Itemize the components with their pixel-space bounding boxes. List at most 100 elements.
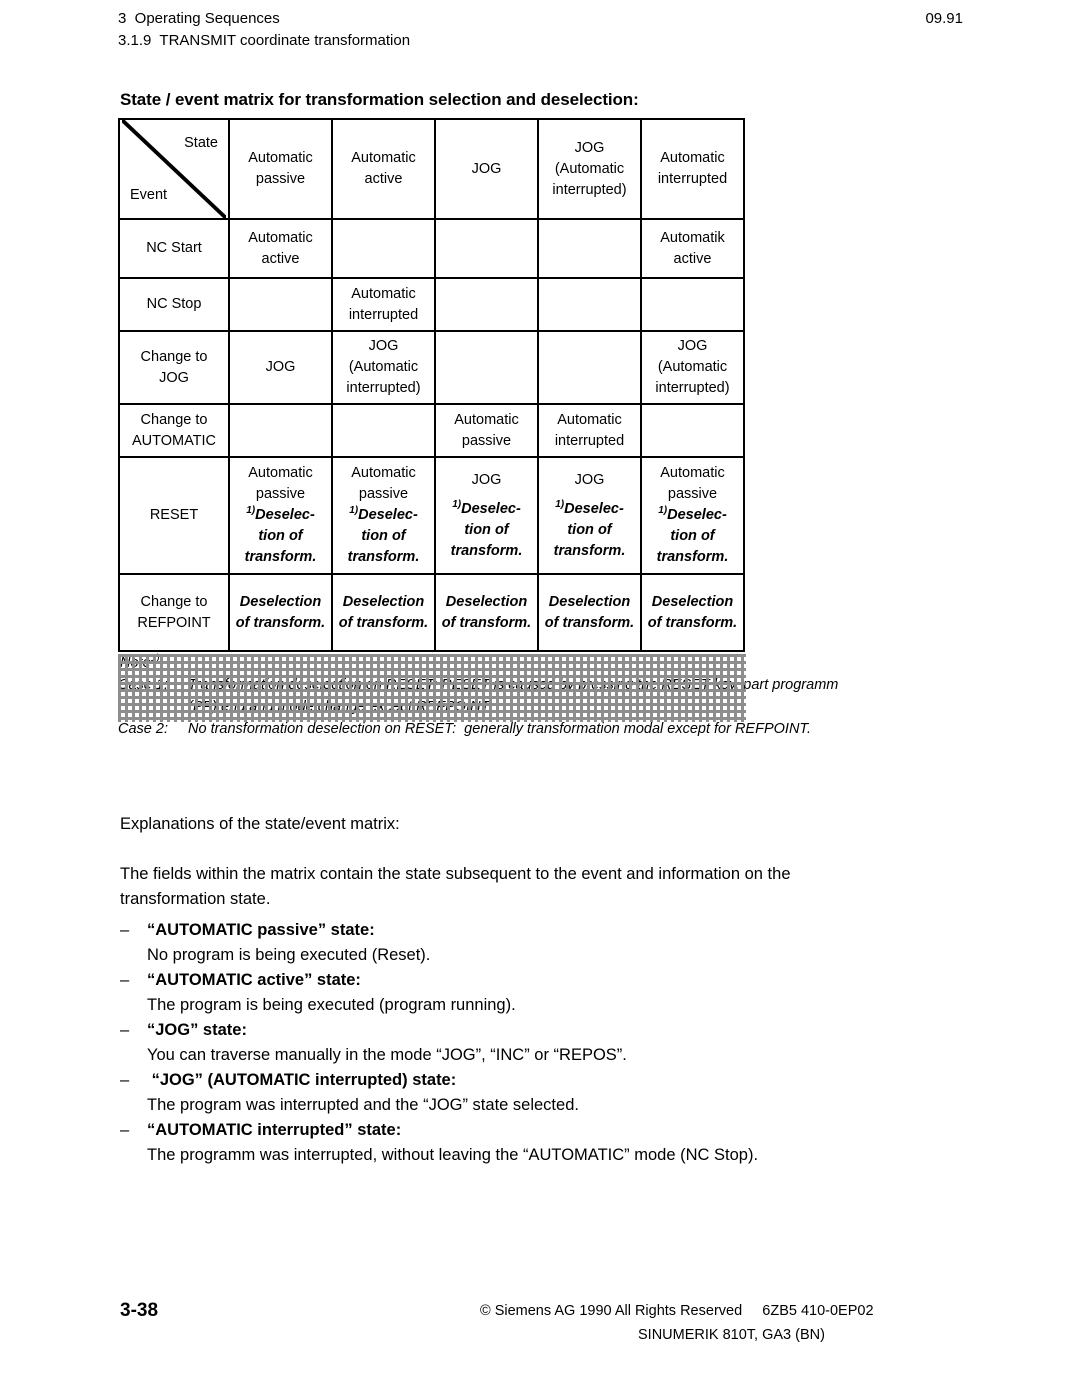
state-event-matrix: State Event Automatic passive Automatic …	[118, 118, 745, 652]
cell-line2: interrupted	[554, 432, 625, 449]
col-line2: interrupted	[657, 171, 728, 187]
cell-deselection-line2: tion of	[361, 528, 406, 544]
cell-ncstart-automatic-passive: Automatic active	[228, 218, 333, 279]
footnote-marker: 1)	[349, 505, 359, 517]
definition-desc-jog-automatic-interrupted: The program was interrupted and the “JOG…	[147, 1096, 579, 1114]
cell-deselection-line1: 1)Deselec-	[438, 499, 535, 520]
definition-term-text: “AUTOMATIC interrupted” state:	[147, 1121, 402, 1139]
table-row: Change to AUTOMATIC Automatic passive Au…	[118, 403, 745, 458]
definition-desc-jog: You can traverse manually in the mode “J…	[147, 1046, 627, 1064]
cell-deselection-line2: of transform.	[441, 614, 532, 631]
page-number: 3-38	[120, 1300, 159, 1321]
list-dash: –	[120, 1021, 130, 1039]
deselection-text: Deselec-	[358, 507, 418, 523]
cell-deselection-line1: 1)Deselec-	[335, 505, 432, 526]
case-2-tag: Case 2:	[118, 721, 168, 737]
definition-term-text: “AUTOMATIC passive” state:	[147, 921, 375, 939]
matrix-table: State Event Automatic passive Automatic …	[118, 118, 745, 652]
cell-deselection-line1: Deselection	[342, 593, 425, 610]
deselection-text: Deselec-	[667, 507, 727, 523]
footnote-marker: 1)	[246, 505, 256, 517]
row-label-line1: Change to	[140, 411, 208, 428]
header-chapter: 3 Operating Sequences	[118, 10, 280, 27]
cell-deselection-line3: transform.	[656, 549, 729, 565]
case-2-text: No transformation deselection on RESET: …	[188, 721, 811, 737]
definition-desc-automatic-interrupted: The programm was interrupted, without le…	[147, 1146, 759, 1164]
cell-line1: JOG	[265, 359, 296, 375]
row-label-line2: JOG	[159, 369, 189, 386]
row-label-line2: AUTOMATIC	[131, 432, 217, 449]
cell-refpoint-jog: Deselection of transform.	[434, 573, 539, 652]
cell-deselection-line1: Deselection	[548, 593, 631, 610]
column-header-jog: JOG	[434, 118, 539, 220]
col-line1: Automatic	[248, 150, 313, 166]
page-header: 3 Operating Sequences 09.91 3.1.9 TRANSM…	[118, 8, 963, 52]
cell-reset-jog: JOG 1)Deselec- tion of transform.	[434, 456, 539, 575]
cell-deselection-line3: transform.	[244, 549, 317, 565]
col-line1: JOG	[471, 160, 502, 177]
cell-deselection-line2: tion of	[258, 528, 303, 544]
cell-deselection-line2: tion of	[464, 521, 509, 538]
footer-product: SINUMERIK 810T, GA3 (BN)	[638, 1327, 825, 1343]
col-line1: Automatic	[660, 150, 725, 166]
row-label-line1: Change to	[140, 348, 208, 365]
col-line3: interrupted)	[552, 181, 627, 198]
cell-refpoint-automatic-interrupted: Deselection of transform.	[640, 573, 745, 652]
cell-deselection-line2: tion of	[567, 521, 612, 538]
cell-spacer	[438, 491, 535, 499]
state-definition-list: – “AUTOMATIC passive” state: No program …	[120, 918, 920, 1168]
cell-deselection-line3: transform.	[347, 549, 420, 565]
cell-changejog-automatic-interrupted: JOG (Automatic interrupted)	[640, 330, 745, 405]
cell-line1: JOG	[574, 471, 605, 488]
cell-line1: Automatik	[660, 229, 725, 246]
cell-line1: Automatic	[660, 465, 725, 481]
row-label-nc-stop: NC Stop	[118, 277, 230, 332]
note-case-1: Case 1: Transformation deselection on RE…	[118, 674, 978, 696]
header-date: 09.91	[925, 10, 963, 27]
cell-line1: Automatic	[351, 465, 416, 481]
definition-term-jog: – “JOG” state:	[120, 1018, 920, 1043]
cell-ncstart-automatic-active-blocked	[331, 218, 436, 279]
row-label-line1: Change to	[140, 593, 208, 610]
list-dash: –	[120, 1071, 130, 1089]
cell-line2: passive	[358, 486, 409, 502]
cell-changeauto-jog-interrupted: Automatic interrupted	[537, 403, 642, 458]
cell-deselection-line1: Deselection	[651, 593, 734, 610]
case-1-text-continued: (PP) end and mode change except REFPOINT…	[188, 699, 493, 715]
cell-ncstart-automatic-interrupted: Automatik active	[640, 218, 745, 279]
cell-refpoint-jog-interrupted: Deselection of transform.	[537, 573, 642, 652]
cell-refpoint-automatic-active: Deselection of transform.	[331, 573, 436, 652]
row-label-change-to-refpoint: Change to REFPOINT	[118, 573, 230, 652]
cell-refpoint-automatic-passive: Deselection of transform.	[228, 573, 333, 652]
cell-deselection-line1: Deselection	[239, 593, 322, 610]
cell-reset-automatic-interrupted: Automatic passive 1)Deselec- tion of tra…	[640, 456, 745, 575]
footnote-marker: 1)	[452, 498, 462, 510]
cell-line2: (Automatic	[348, 359, 419, 375]
case-1-text: Transformation deselection on RESET: RES…	[188, 677, 839, 693]
cell-changeauto-automatic-active-blocked	[331, 403, 436, 458]
cell-ncstop-jog-interrupted-blocked	[537, 277, 642, 332]
definition-term-text: “AUTOMATIC active” state:	[147, 971, 361, 989]
column-header-automatic-active: Automatic active	[331, 118, 436, 220]
col-line1: Automatic	[351, 150, 416, 166]
definition-term-automatic-active: – “AUTOMATIC active” state:	[120, 968, 920, 993]
cell-changejog-automatic-active: JOG (Automatic interrupted)	[331, 330, 436, 405]
table-row: RESET Automatic passive 1)Deselec- tion …	[118, 456, 745, 575]
cell-line1: JOG	[368, 338, 399, 354]
cell-line2: (Automatic	[657, 359, 728, 375]
matrix-header-row: State Event Automatic passive Automatic …	[118, 118, 745, 220]
cell-deselection-line2: of transform.	[544, 614, 635, 631]
cell-ncstop-jog-blocked	[434, 277, 539, 332]
cell-line1: Automatic	[248, 465, 313, 481]
row-label-reset: RESET	[118, 456, 230, 575]
row-label-line1: RESET	[149, 507, 199, 523]
page-footer: 3-38 © Siemens AG 1990 All Rights Reserv…	[0, 1300, 1080, 1370]
table-row: Change to JOG JOG JOG (Automatic interru…	[118, 330, 745, 405]
cell-ncstart-jog-blocked	[434, 218, 539, 279]
cell-deselection-line3: transform.	[450, 542, 523, 559]
table-row: NC Stop Automatic interrupted	[118, 277, 745, 332]
cell-ncstart-jog-interrupted-blocked	[537, 218, 642, 279]
definition-term-text: “JOG” state:	[147, 1021, 247, 1039]
header-top-row: 3 Operating Sequences 09.91	[118, 8, 963, 30]
